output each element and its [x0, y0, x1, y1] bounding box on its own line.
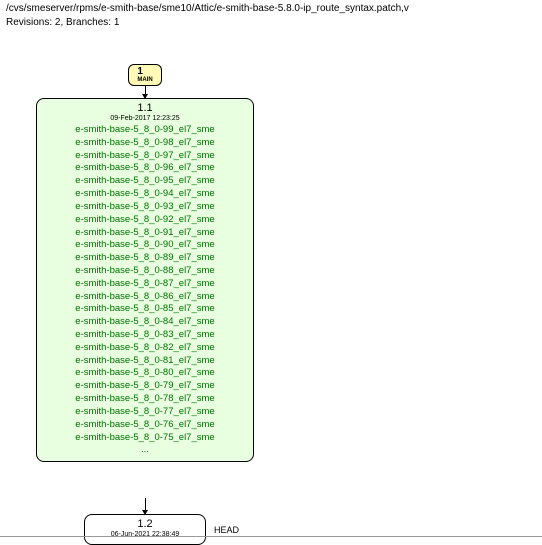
revision-tag: e-smith-base-5_8_0-84_el7_sme [43, 316, 247, 329]
revision-tag: e-smith-base-5_8_0-95_el7_sme [43, 175, 247, 188]
revision-tag: e-smith-base-5_8_0-85_el7_sme [43, 303, 247, 316]
revision-title: 1.1 [43, 101, 247, 115]
divider [0, 536, 542, 537]
revision-tag: e-smith-base-5_8_0-92_el7_sme [43, 214, 247, 227]
branch-node-label: 1 [137, 67, 152, 77]
revision-tag: e-smith-base-5_8_0-81_el7_sme [43, 355, 247, 368]
revision-tag: e-smith-base-5_8_0-99_el7_sme [43, 124, 247, 137]
revision-tag: e-smith-base-5_8_0-87_el7_sme [43, 278, 247, 291]
revision-tag: e-smith-base-5_8_0-88_el7_sme [43, 265, 247, 278]
revision-tag: e-smith-base-5_8_0-90_el7_sme [43, 239, 247, 252]
revision-tag: e-smith-base-5_8_0-98_el7_sme [43, 137, 247, 150]
revision-tag: e-smith-base-5_8_0-94_el7_sme [43, 188, 247, 201]
revision-tag: e-smith-base-5_8_0-78_el7_sme [43, 393, 247, 406]
revision-tag: e-smith-base-5_8_0-80_el7_sme [43, 367, 247, 380]
revision-tag: e-smith-base-5_8_0-96_el7_sme [43, 162, 247, 175]
revision-tag: e-smith-base-5_8_0-77_el7_sme [43, 406, 247, 419]
revision-node-1-2[interactable]: 1.2 06-Jun-2021 22:38:49 [84, 514, 206, 545]
revision-tag: e-smith-base-5_8_0-75_el7_sme [43, 432, 247, 445]
branch-node-name: MAIN [137, 77, 152, 83]
revision-tag: e-smith-base-5_8_0-79_el7_sme [43, 380, 247, 393]
header-path: /cvs/smeserver/rpms/e-smith-base/sme10/A… [0, 0, 542, 17]
header-revisions: Revisions: 2, Branches: 1 [0, 17, 542, 34]
revision-tag: e-smith-base-5_8_0-82_el7_sme [43, 342, 247, 355]
head-label: HEAD [214, 525, 239, 535]
revision-title: 1.2 [91, 517, 199, 531]
revision-tag: e-smith-base-5_8_0-89_el7_sme [43, 252, 247, 265]
revision-node-1-1[interactable]: 1.1 09-Feb-2017 12:23:25 e-smith-base-5_… [36, 98, 254, 462]
revision-tag: e-smith-base-5_8_0-93_el7_sme [43, 201, 247, 214]
branch-node-main[interactable]: 1 MAIN [128, 64, 162, 86]
revision-tag: e-smith-base-5_8_0-76_el7_sme [43, 419, 247, 432]
revision-tag: e-smith-base-5_8_0-97_el7_sme [43, 150, 247, 163]
revision-tag: ... [43, 444, 247, 457]
revision-tag: e-smith-base-5_8_0-83_el7_sme [43, 329, 247, 342]
revision-date: 09-Feb-2017 12:23:25 [43, 115, 247, 124]
revision-tag: e-smith-base-5_8_0-86_el7_sme [43, 291, 247, 304]
revision-tag: e-smith-base-5_8_0-91_el7_sme [43, 227, 247, 240]
revision-tag-list: e-smith-base-5_8_0-99_el7_smee-smith-bas… [43, 124, 247, 457]
